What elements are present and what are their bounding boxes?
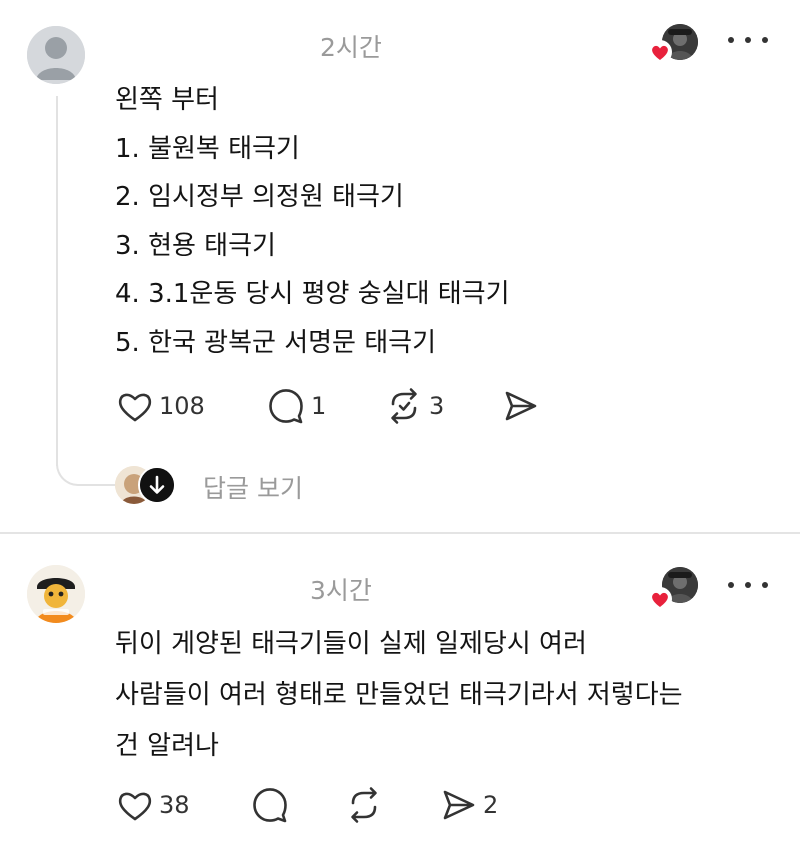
post-text-line: 뒤이 게양된 태극기들이 실제 일제당시 여러 <box>115 629 587 659</box>
more-icon[interactable] <box>728 30 768 50</box>
comment-count: 1 <box>311 392 327 420</box>
heart-icon <box>118 393 152 422</box>
post-text-line: 왼쪽 부터 <box>115 85 219 115</box>
post-body: 뒤이 게양된 태극기들이 실제 일제당시 여러 사람들이 여러 형태로 만들었던… <box>115 619 683 772</box>
post: 2시간 왼쪽 부터 1. 불원복 태극기 2. 임시정부 의정원 태극기 3. … <box>0 0 800 533</box>
avatar[interactable] <box>27 26 85 84</box>
thread-line <box>56 96 58 466</box>
view-replies-link[interactable]: 답글 보기 <box>203 469 303 505</box>
repost-icon <box>391 388 417 424</box>
post-body: 왼쪽 부터 1. 불원복 태극기 2. 임시정부 의정원 태극기 3. 현용 태… <box>115 76 510 367</box>
liked-heart-icon <box>648 587 672 611</box>
post-text-line: 5. 한국 광복군 서명문 태극기 <box>115 327 436 358</box>
share-count: 2 <box>483 791 499 819</box>
thread-connector <box>56 440 120 486</box>
post-text-line: 4. 3.1운동 당시 평양 숭실대 태극기 <box>115 279 510 309</box>
default-avatar-icon <box>27 26 85 84</box>
share-button[interactable]: 2 <box>437 783 498 827</box>
comment-button[interactable]: 1 <box>265 384 326 428</box>
arrow-down-icon <box>138 466 176 504</box>
like-count: 38 <box>159 791 190 819</box>
repost-button[interactable] <box>343 783 389 827</box>
repost-icon <box>351 787 377 823</box>
repost-count: 3 <box>429 392 445 420</box>
post-time: 2시간 <box>320 33 382 62</box>
avatar-image <box>27 565 85 623</box>
liked-heart-icon <box>648 40 672 64</box>
comment-icon <box>269 389 303 424</box>
post-text-line: 2. 임시정부 의정원 태극기 <box>115 182 404 212</box>
post-text-line: 건 알려나 <box>115 731 219 761</box>
share-button[interactable] <box>499 384 545 428</box>
post-text-line: 1. 불원복 태극기 <box>115 133 300 164</box>
more-icon[interactable] <box>728 575 768 595</box>
post-text-line: 3. 현용 태극기 <box>115 230 276 261</box>
comment-button[interactable] <box>249 783 295 827</box>
like-button[interactable]: 38 <box>115 783 190 827</box>
like-count: 108 <box>159 392 205 420</box>
post-time: 3시간 <box>310 576 372 605</box>
post: 3시간 뒤이 게양된 태극기들이 실제 일제당시 여러 사람들이 여러 형태로 … <box>0 533 800 858</box>
share-icon <box>505 391 537 421</box>
avatar[interactable] <box>27 565 85 623</box>
like-button[interactable]: 108 <box>115 384 205 428</box>
comment-icon <box>253 788 287 823</box>
repost-button[interactable]: 3 <box>383 384 444 428</box>
post-text-line: 사람들이 여러 형태로 만들었던 태극기라서 저렇다는 <box>115 680 683 710</box>
heart-icon <box>118 792 152 821</box>
share-icon <box>443 790 475 820</box>
